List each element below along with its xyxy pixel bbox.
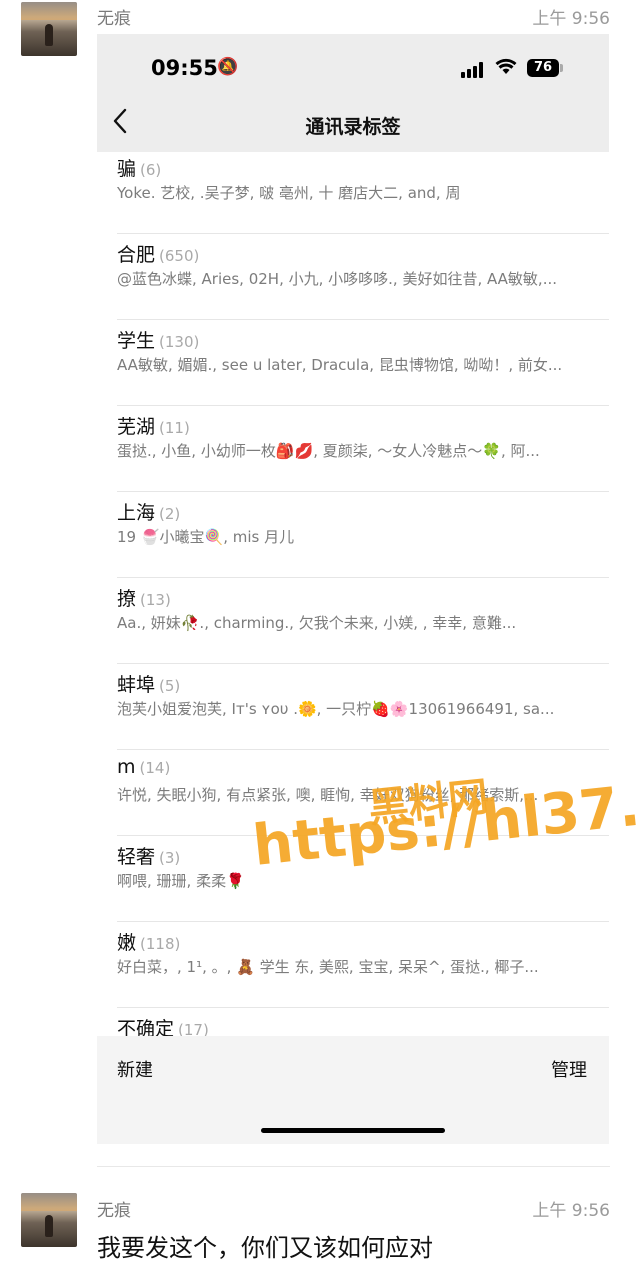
list-item[interactable]: 芜湖 (11) 蛋挞., 小鱼, 小幼师一枚🎒💋, 夏颜柒, ～女人冷魅点～🍀, …	[97, 406, 609, 492]
group-count: (650)	[159, 247, 200, 265]
wifi-icon	[495, 56, 517, 80]
group-name: 轻奢	[117, 846, 156, 868]
divider	[97, 1166, 610, 1167]
message-time: 上午 9:56	[532, 1201, 610, 1221]
group-name: m	[117, 756, 136, 778]
group-members: AA敏敏, 媚媚., see u later, Dracula, 昆虫博物馆, …	[117, 356, 563, 374]
status-time: 09:55	[151, 56, 218, 80]
bell-muted-icon: 🔕	[217, 57, 239, 77]
group-members: 蛋挞., 小鱼, 小幼师一枚🎒💋, 夏颜柒, ～女人冷魅点～🍀, 阿...	[117, 442, 540, 460]
list-item[interactable]: 合肥 (650) @蓝色冰蝶, Aries, 02H, 小九, 小哆哆哆., 美好…	[97, 234, 609, 320]
group-members: Yoke. 艺校, .吴子梦, 啵 亳州, 十 磨店大二, and, 周	[117, 184, 461, 202]
message-text[interactable]: 我要发这个，你们又该如何应对	[97, 1228, 433, 1263]
group-members: 泡芙小姐爱泡芙, Iт's ʏoυ .🌼, 一只柠🍓🌸13061966491, …	[117, 700, 555, 718]
group-count: (11)	[159, 419, 190, 437]
group-name: 撩	[117, 588, 137, 610]
group-count: (130)	[159, 333, 200, 351]
message-time: 上午 9:56	[532, 9, 610, 29]
manage-button[interactable]: 管理	[551, 1056, 587, 1082]
signal-icon	[461, 62, 487, 78]
list-item[interactable]: m (14) 许悦, 失眠小狗, 有点紧张, 噢, 睚恂, 幸好双狗粉丝, 那绪索…	[97, 750, 609, 836]
group-count: (118)	[140, 935, 181, 953]
nav-bar: 通讯录标签	[97, 102, 609, 152]
group-count: (14)	[139, 759, 171, 777]
list-item[interactable]: 撩 (13) Aa., 妍妹🥀., charming., 欠我个未来, 小媄, ,…	[97, 578, 609, 664]
group-count: (13)	[140, 591, 171, 609]
group-name: 合肥	[117, 244, 156, 266]
bottom-toolbar: 新建 管理	[97, 1036, 609, 1144]
group-name: 嫩	[117, 932, 137, 954]
group-members: 好白菜，, 1¹, 。, 🧸 学生 东, 美熙, 宝宝, 呆呆^, 蛋挞., 椰…	[117, 958, 539, 976]
group-members: 19 🍧小曦宝🍭, mis 月儿	[117, 528, 295, 546]
new-button[interactable]: 新建	[117, 1056, 153, 1082]
group-name: 骗	[117, 158, 137, 180]
screenshot-image[interactable]: 09:55 🔕 76 通讯录标签 骗 (6) Yoke. 艺校, .吴子梦, 啵 …	[97, 34, 609, 1144]
group-name: 学生	[117, 330, 156, 352]
group-count: (6)	[140, 161, 162, 179]
home-indicator	[261, 1128, 445, 1133]
list-item[interactable]: 上海 (2) 19 🍧小曦宝🍭, mis 月儿	[97, 492, 609, 578]
avatar[interactable]	[21, 2, 77, 56]
list-item[interactable]: 轻奢 (3) 啊喂, 珊珊, 柔柔🌹	[97, 836, 609, 922]
list-item[interactable]: 蚌埠 (5) 泡芙小姐爱泡芙, Iт's ʏoυ .🌼, 一只柠🍓🌸1306196…	[97, 664, 609, 750]
group-members: 啊喂, 珊珊, 柔柔🌹	[117, 872, 245, 890]
sender-name: 无痕	[97, 1201, 131, 1221]
group-name: 芜湖	[117, 416, 156, 438]
group-members: Aa., 妍妹🥀., charming., 欠我个未来, 小媄, , 幸幸, 意…	[117, 614, 517, 632]
list-item[interactable]: 骗 (6) Yoke. 艺校, .吴子梦, 啵 亳州, 十 磨店大二, and, …	[97, 148, 609, 234]
group-name: 蚌埠	[117, 674, 156, 696]
sender-name: 无痕	[97, 9, 131, 29]
group-count: (3)	[159, 849, 181, 867]
list-item[interactable]: 学生 (130) AA敏敏, 媚媚., see u later, Dracula,…	[97, 320, 609, 406]
page-title: 通讯录标签	[305, 116, 401, 138]
battery-tip	[560, 64, 563, 72]
avatar[interactable]	[21, 1193, 77, 1247]
group-members: @蓝色冰蝶, Aries, 02H, 小九, 小哆哆哆., 美好如往昔, AA敏…	[117, 270, 558, 288]
status-bar: 09:55 🔕 76	[97, 34, 609, 102]
group-count: (5)	[159, 677, 181, 695]
group-members: 许悦, 失眠小狗, 有点紧张, 噢, 睚恂, 幸好双狗粉丝, 那绪索斯,...	[117, 786, 539, 804]
list-item[interactable]: 嫩 (118) 好白菜，, 1¹, 。, 🧸 学生 东, 美熙, 宝宝, 呆呆^,…	[97, 922, 609, 1008]
group-count: (2)	[159, 505, 181, 523]
group-name: 上海	[117, 502, 156, 524]
battery-icon: 76	[527, 59, 559, 77]
